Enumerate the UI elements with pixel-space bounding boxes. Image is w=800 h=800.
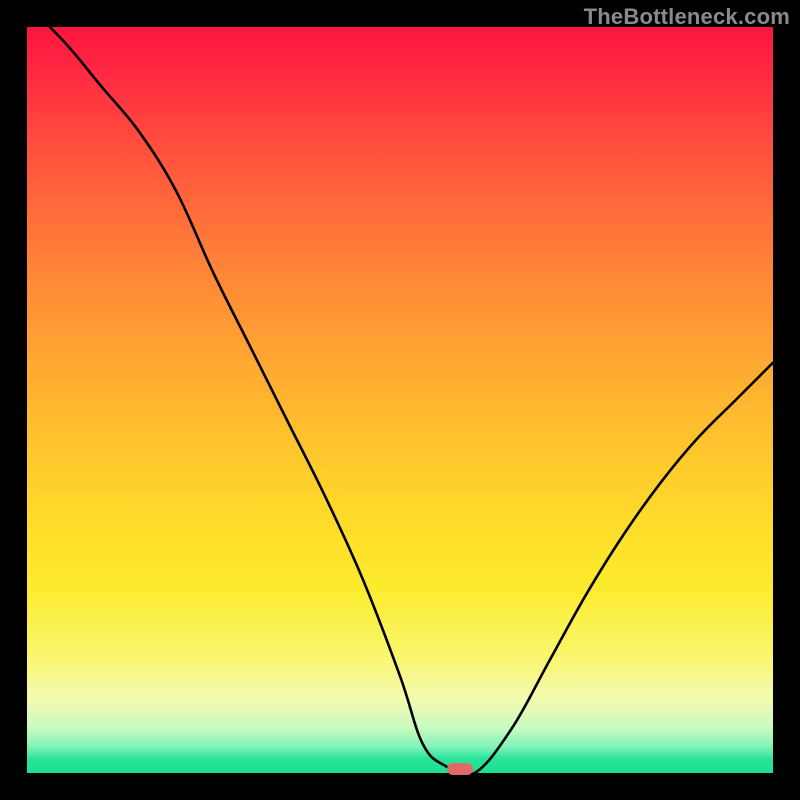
bottleneck-curve	[27, 27, 773, 773]
optimum-marker	[447, 763, 473, 775]
chart-stage: TheBottleneck.com	[0, 0, 800, 800]
curve-svg	[27, 27, 773, 773]
plot-area	[27, 27, 773, 773]
